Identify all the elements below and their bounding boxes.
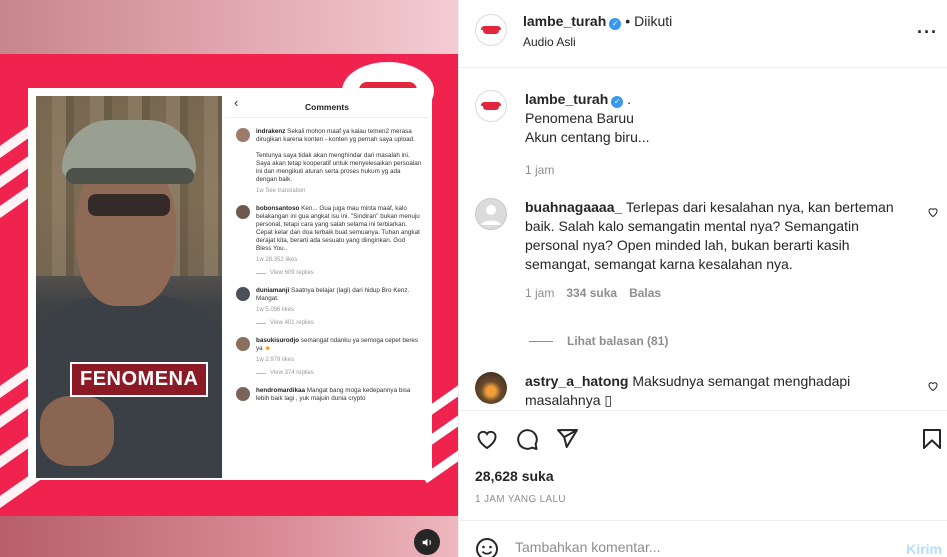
screenshot-comment: bobonsantoso Ken... Gua juga mau minta m…: [226, 205, 428, 277]
caption: lambe_turah ✓ . Penomena Baruu Akun centa…: [475, 90, 945, 180]
emoji-icon[interactable]: [475, 537, 499, 557]
video-still: FENOMENA: [36, 96, 222, 478]
header-username[interactable]: lambe_turah: [523, 13, 606, 29]
comment-username[interactable]: buahnagaaaa_: [525, 199, 622, 215]
post-media[interactable]: FENOMENA ‹ Comments indrakenz Sekali moh…: [0, 0, 458, 557]
comment-heart-icon[interactable]: [927, 380, 939, 392]
screenshot-comment: hendromardikaa Mangat bang moga kedepann…: [226, 387, 428, 403]
audio-link[interactable]: Audio Asli: [523, 35, 576, 49]
comment-input[interactable]: [515, 539, 875, 555]
more-icon[interactable]: ···: [917, 22, 938, 43]
comment-username[interactable]: astry_a_hatong: [525, 373, 628, 389]
comment: buahnagaaaa_ Terlepas dari kesalahan nya…: [475, 198, 945, 303]
reply-button[interactable]: Balas: [629, 284, 661, 303]
caption-username[interactable]: lambe_turah: [525, 91, 608, 107]
screenshot-comment: duniamanji Saatnya belajar (lagi) dari h…: [226, 287, 428, 327]
avatar[interactable]: [475, 372, 507, 404]
comments-title: Comments: [305, 101, 349, 112]
separator-dot: •: [625, 13, 631, 29]
caption-line-1: Penomena Baruu: [525, 110, 634, 126]
share-icon[interactable]: [555, 427, 579, 451]
post-header: lambe_turah ✓ • Diikuti Audio Asli ···: [459, 0, 947, 68]
back-chevron-icon: ‹: [234, 96, 239, 110]
comments-list[interactable]: lambe_turah ✓ . Penomena Baruu Akun centa…: [459, 68, 947, 410]
comment: astry_a_hatong Maksudnya semangat mengha…: [475, 372, 945, 410]
sound-icon[interactable]: [414, 529, 440, 555]
fenomena-label: FENOMENA: [70, 362, 209, 397]
comment-time[interactable]: 1 jam: [525, 284, 554, 303]
comment-icon[interactable]: [515, 427, 539, 451]
screenshot-comment: basukisurodjo semangat ndanku ya semoga …: [226, 337, 428, 377]
comment-form: Kirim: [459, 520, 947, 557]
comment-heart-icon[interactable]: [927, 206, 939, 218]
heart-icon[interactable]: [475, 427, 499, 451]
send-button[interactable]: Kirim: [906, 541, 942, 557]
unsupported-glyph: ▯: [604, 392, 613, 408]
avatar[interactable]: [475, 14, 507, 46]
bookmark-icon[interactable]: [920, 427, 944, 451]
view-replies-button[interactable]: Lihat balasan (81): [529, 334, 668, 348]
caption-avatar[interactable]: [475, 90, 507, 122]
default-avatar-icon[interactable]: [475, 198, 507, 230]
post-timestamp[interactable]: 1 JAM YANG LALU: [475, 494, 566, 505]
screenshot-comment: indrakenz Sekali mohon maaf ya kalau tem…: [226, 128, 428, 195]
comment-likes[interactable]: 334 suka: [566, 284, 617, 303]
follow-status-button[interactable]: Diikuti: [634, 13, 672, 29]
verified-icon: ✓: [611, 96, 624, 108]
verified-icon: ✓: [609, 18, 622, 30]
media-frame: FENOMENA ‹ Comments indrakenz Sekali moh…: [28, 88, 432, 480]
like-count[interactable]: 28,628 suka: [475, 468, 554, 484]
post-panel: lambe_turah ✓ • Diikuti Audio Asli ··· lamb…: [458, 0, 947, 557]
screenshot-comments-panel: ‹ Comments indrakenz Sekali mohon maaf y…: [226, 96, 428, 480]
caption-time: 1 jam: [525, 163, 555, 177]
caption-line-2: Akun centang biru...: [525, 129, 650, 145]
post-actions: 28,628 suka 1 JAM YANG LALU: [459, 410, 947, 520]
